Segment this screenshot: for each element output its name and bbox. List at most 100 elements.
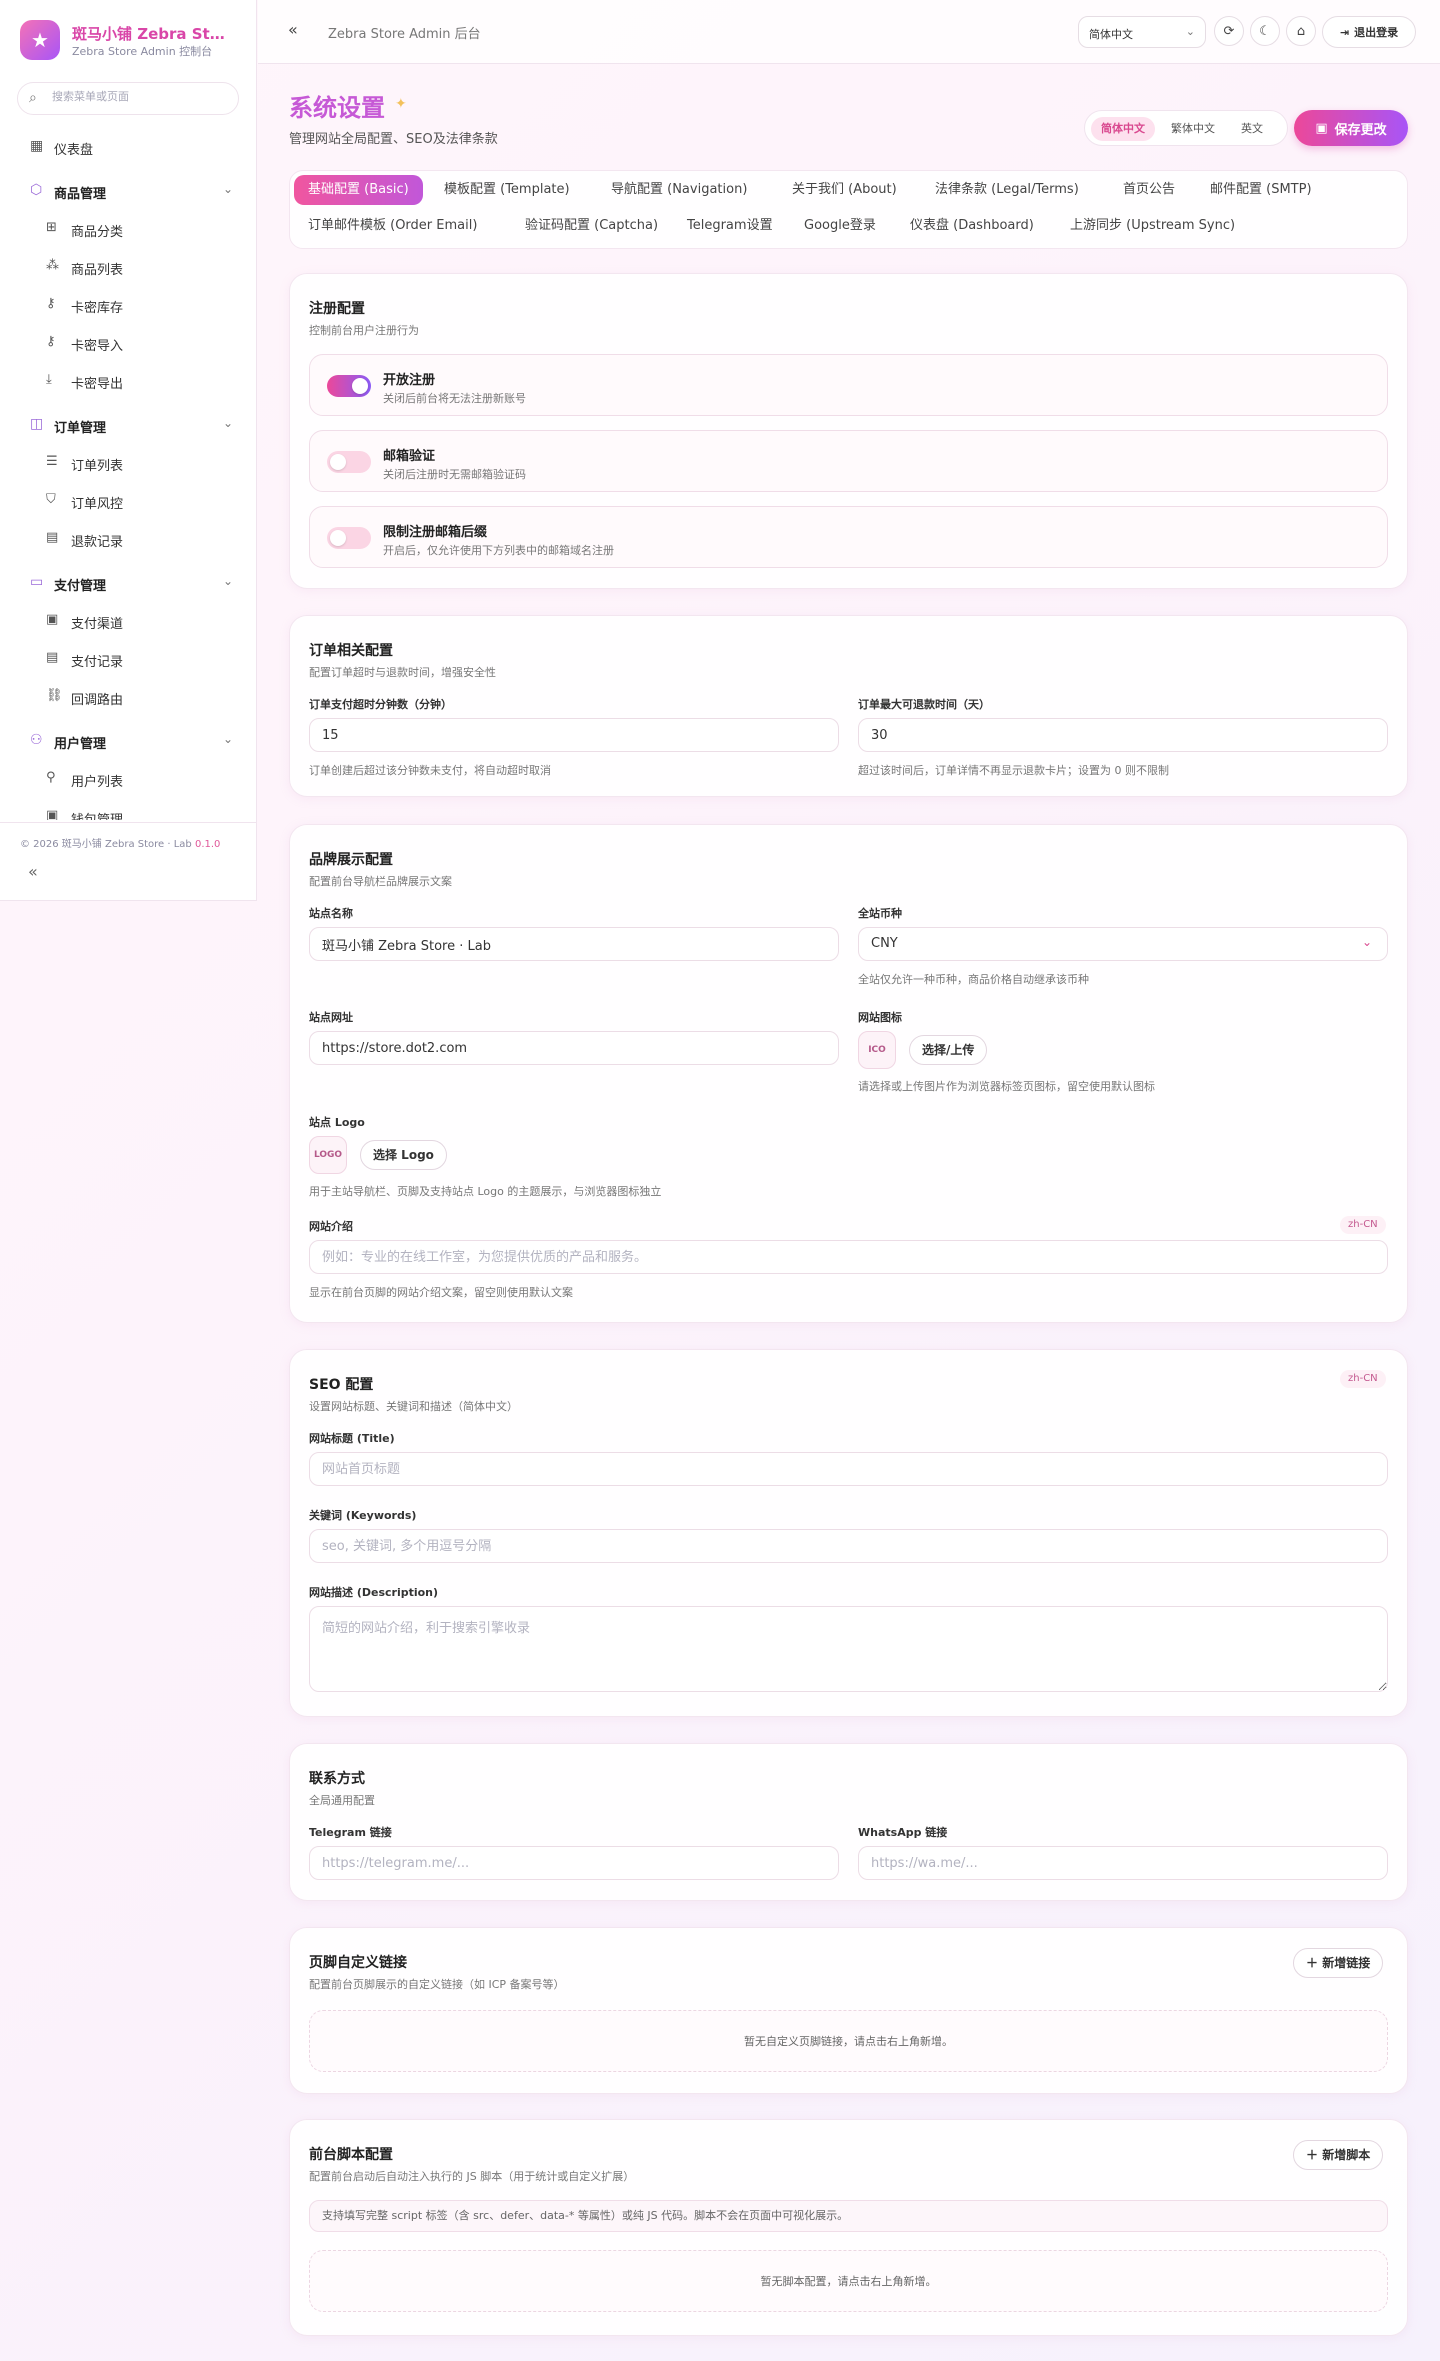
site-url-input[interactable] bbox=[309, 1031, 839, 1065]
sidebar-group-label: 商品管理 bbox=[54, 187, 107, 202]
sidebar-item-label: 仪表盘 bbox=[54, 143, 94, 158]
sidebar-item-card-export[interactable]: ⤓ 卡密导出 bbox=[0, 368, 257, 394]
field-label: 全站币种 bbox=[858, 907, 902, 920]
refund-days-input[interactable] bbox=[858, 718, 1388, 752]
tab-template[interactable]: 模板配置 (Template) bbox=[430, 175, 584, 205]
tab-navigation[interactable]: 导航配置 (Navigation) bbox=[597, 175, 761, 205]
sidebar-item-product-category[interactable]: ⊞ 商品分类 bbox=[0, 216, 257, 242]
sidebar-search-input[interactable] bbox=[52, 90, 232, 103]
favicon-upload-button[interactable]: 选择/上传 bbox=[909, 1035, 988, 1065]
sidebar-item-product-list[interactable]: ⁂ 商品列表 bbox=[0, 254, 257, 280]
users-icon: ⚇ bbox=[30, 732, 43, 748]
footer-copyright: © 2026 斑马小铺 Zebra Store · Lab bbox=[20, 839, 192, 850]
card-subtitle: 配置订单超时与退款时间，增强安全性 bbox=[309, 666, 496, 679]
sidebar-item-label: 卡密导出 bbox=[71, 377, 124, 392]
boxes-icon: ⁂ bbox=[46, 258, 59, 273]
sidebar-group-payments[interactable]: ▭ 支付管理 ⌄ bbox=[0, 570, 257, 596]
field-label: 订单最大可退款时间（天） bbox=[858, 698, 990, 711]
sidebar-item-payment-channels[interactable]: ▣ 支付渠道 bbox=[0, 608, 257, 634]
sidebar-group-orders[interactable]: ◫ 订单管理 ⌄ bbox=[0, 412, 257, 438]
sidebar-footer: © 2026 斑马小铺 Zebra Store · Lab 0.1.0 bbox=[20, 835, 220, 850]
add-footer-link-button[interactable]: ＋ 新增链接 bbox=[1293, 1948, 1384, 1978]
toggle-desc: 开启后，仅允许使用下方列表中的邮箱域名注册 bbox=[383, 544, 614, 557]
home-button[interactable]: ⌂ bbox=[1286, 16, 1316, 46]
sidebar-item-card-import[interactable]: ⚷ 卡密导入 bbox=[0, 330, 257, 356]
page-title: 系统设置 bbox=[289, 94, 385, 122]
sidebar-search[interactable]: ⌕ bbox=[17, 82, 239, 115]
site-intro-input[interactable] bbox=[309, 1240, 1388, 1274]
tab-order-email[interactable]: 订单邮件模板 (Order Email) bbox=[294, 211, 491, 241]
brand-name: 斑马小铺 Zebra Store · Lab bbox=[72, 25, 232, 43]
tab-basic[interactable]: 基础配置 (Basic) bbox=[294, 175, 423, 205]
collapse-icon[interactable]: « bbox=[288, 20, 298, 39]
home-icon: ⌂ bbox=[1296, 23, 1306, 39]
site-name-input[interactable] bbox=[309, 927, 839, 961]
telegram-link-input[interactable] bbox=[309, 1846, 839, 1880]
lang-tab-en[interactable]: 英文 bbox=[1231, 117, 1273, 141]
tab-announcement[interactable]: 首页公告 bbox=[1109, 175, 1189, 205]
save-icon: ▣ bbox=[1315, 120, 1328, 136]
add-script-button[interactable]: ＋ 新增脚本 bbox=[1293, 2140, 1384, 2170]
email-verify-toggle[interactable] bbox=[327, 451, 371, 473]
tab-telegram[interactable]: Telegram设置 bbox=[673, 211, 787, 241]
toggle-desc: 关闭后注册时无需邮箱验证码 bbox=[383, 468, 526, 481]
tab-google-login[interactable]: Google登录 bbox=[790, 211, 890, 241]
tab-dashboard[interactable]: 仪表盘 (Dashboard) bbox=[896, 211, 1048, 241]
sidebar-group-label: 订单管理 bbox=[54, 421, 107, 436]
tab-captcha[interactable]: 验证码配置 (Captcha) bbox=[511, 211, 672, 241]
chevron-down-icon: ⌄ bbox=[222, 574, 233, 588]
receipt-icon: ▤ bbox=[46, 530, 59, 545]
order-timeout-input[interactable] bbox=[309, 718, 839, 752]
sidebar-item-wallet[interactable]: ▣ 钱包管理 bbox=[0, 804, 257, 820]
logout-button[interactable]: ⇥ 退出登录 bbox=[1322, 16, 1416, 48]
chevron-down-icon: ⌄ bbox=[222, 416, 233, 430]
sidebar-item-card-stock[interactable]: ⚷ 卡密库存 bbox=[0, 292, 257, 318]
field-label: 网站介绍 bbox=[309, 1220, 353, 1233]
collapse-sidebar-icon[interactable]: « bbox=[28, 862, 38, 881]
topbar-title: Zebra Store Admin 后台 bbox=[328, 27, 481, 42]
field-label: 站点网址 bbox=[309, 1011, 353, 1024]
sidebar-item-label: 支付渠道 bbox=[71, 617, 124, 632]
scripts-empty-state: 暂无脚本配置，请点击右上角新增。 bbox=[309, 2250, 1388, 2312]
lang-tab-zh-cn[interactable]: 简体中文 bbox=[1091, 117, 1155, 141]
sidebar-group-users[interactable]: ⚇ 用户管理 ⌄ bbox=[0, 728, 257, 754]
currency-select[interactable]: CNY bbox=[858, 927, 1388, 961]
logout-icon: ⇥ bbox=[1339, 25, 1350, 39]
language-select[interactable]: 简体中文 ⌄ bbox=[1078, 16, 1206, 48]
seo-keywords-input[interactable] bbox=[309, 1529, 1388, 1563]
sidebar-group-products[interactable]: ⬡ 商品管理 ⌄ bbox=[0, 178, 257, 204]
refresh-button[interactable]: ⟳ bbox=[1214, 16, 1244, 46]
sidebar-item-callback-routes[interactable]: ⛓ 回调路由 bbox=[0, 684, 257, 710]
seo-title-input[interactable] bbox=[309, 1452, 1388, 1486]
tab-about[interactable]: 关于我们 (About) bbox=[778, 175, 911, 205]
toggle-row-email-verify: 邮箱验证 关闭后注册时无需邮箱验证码 bbox=[309, 430, 1388, 492]
sidebar-item-payment-records[interactable]: ▤ 支付记录 bbox=[0, 646, 257, 672]
card-subtitle: 配置前台导航栏品牌展示文案 bbox=[309, 875, 452, 888]
logout-label: 退出登录 bbox=[1354, 26, 1399, 39]
sidebar-item-user-list[interactable]: ⚲ 用户列表 bbox=[0, 766, 257, 792]
sidebar-item-refund-records[interactable]: ▤ 退款记录 bbox=[0, 526, 257, 552]
logo-upload-button[interactable]: 选择 Logo bbox=[360, 1140, 447, 1170]
seo-description-textarea[interactable] bbox=[309, 1606, 1388, 1692]
order-config-card: 订单相关配置 配置订单超时与退款时间，增强安全性 订单支付超时分钟数（分钟） 订… bbox=[289, 615, 1408, 797]
toggle-title: 开放注册 bbox=[383, 373, 436, 388]
tab-upstream-sync[interactable]: 上游同步 (Upstream Sync) bbox=[1056, 211, 1249, 241]
save-changes-button[interactable]: ▣ 保存更改 bbox=[1294, 110, 1408, 146]
brand[interactable]: ★ 斑马小铺 Zebra Store · Lab Zebra Store Adm… bbox=[20, 20, 250, 60]
tab-smtp[interactable]: 邮件配置 (SMTP) bbox=[1196, 175, 1326, 205]
card-title: 品牌展示配置 bbox=[309, 852, 393, 868]
language-select-value: 简体中文 bbox=[1089, 28, 1133, 41]
restrict-domain-toggle[interactable] bbox=[327, 527, 371, 549]
field-hint: 用于主站导航栏、页脚及支持站点 Logo 的主题展示，与浏览器图标独立 bbox=[309, 1185, 662, 1198]
sidebar-item-order-risk[interactable]: ⛉ 订单风控 bbox=[0, 488, 257, 514]
whatsapp-link-input[interactable] bbox=[858, 1846, 1388, 1880]
sidebar-item-dashboard[interactable]: ▦ 仪表盘 bbox=[0, 134, 257, 160]
tab-legal[interactable]: 法律条款 (Legal/Terms) bbox=[921, 175, 1093, 205]
card-title: 订单相关配置 bbox=[309, 643, 393, 659]
theme-toggle-button[interactable]: ☾ bbox=[1250, 16, 1280, 46]
field-label: 网站标题 (Title) bbox=[309, 1432, 395, 1445]
card-subtitle: 设置网站标题、关键词和描述（简体中文） bbox=[309, 1400, 518, 1413]
sidebar-item-order-list[interactable]: ☰ 订单列表 bbox=[0, 450, 257, 476]
lang-tab-zh-tw[interactable]: 繁体中文 bbox=[1161, 117, 1225, 141]
open-registration-toggle[interactable] bbox=[327, 375, 371, 397]
